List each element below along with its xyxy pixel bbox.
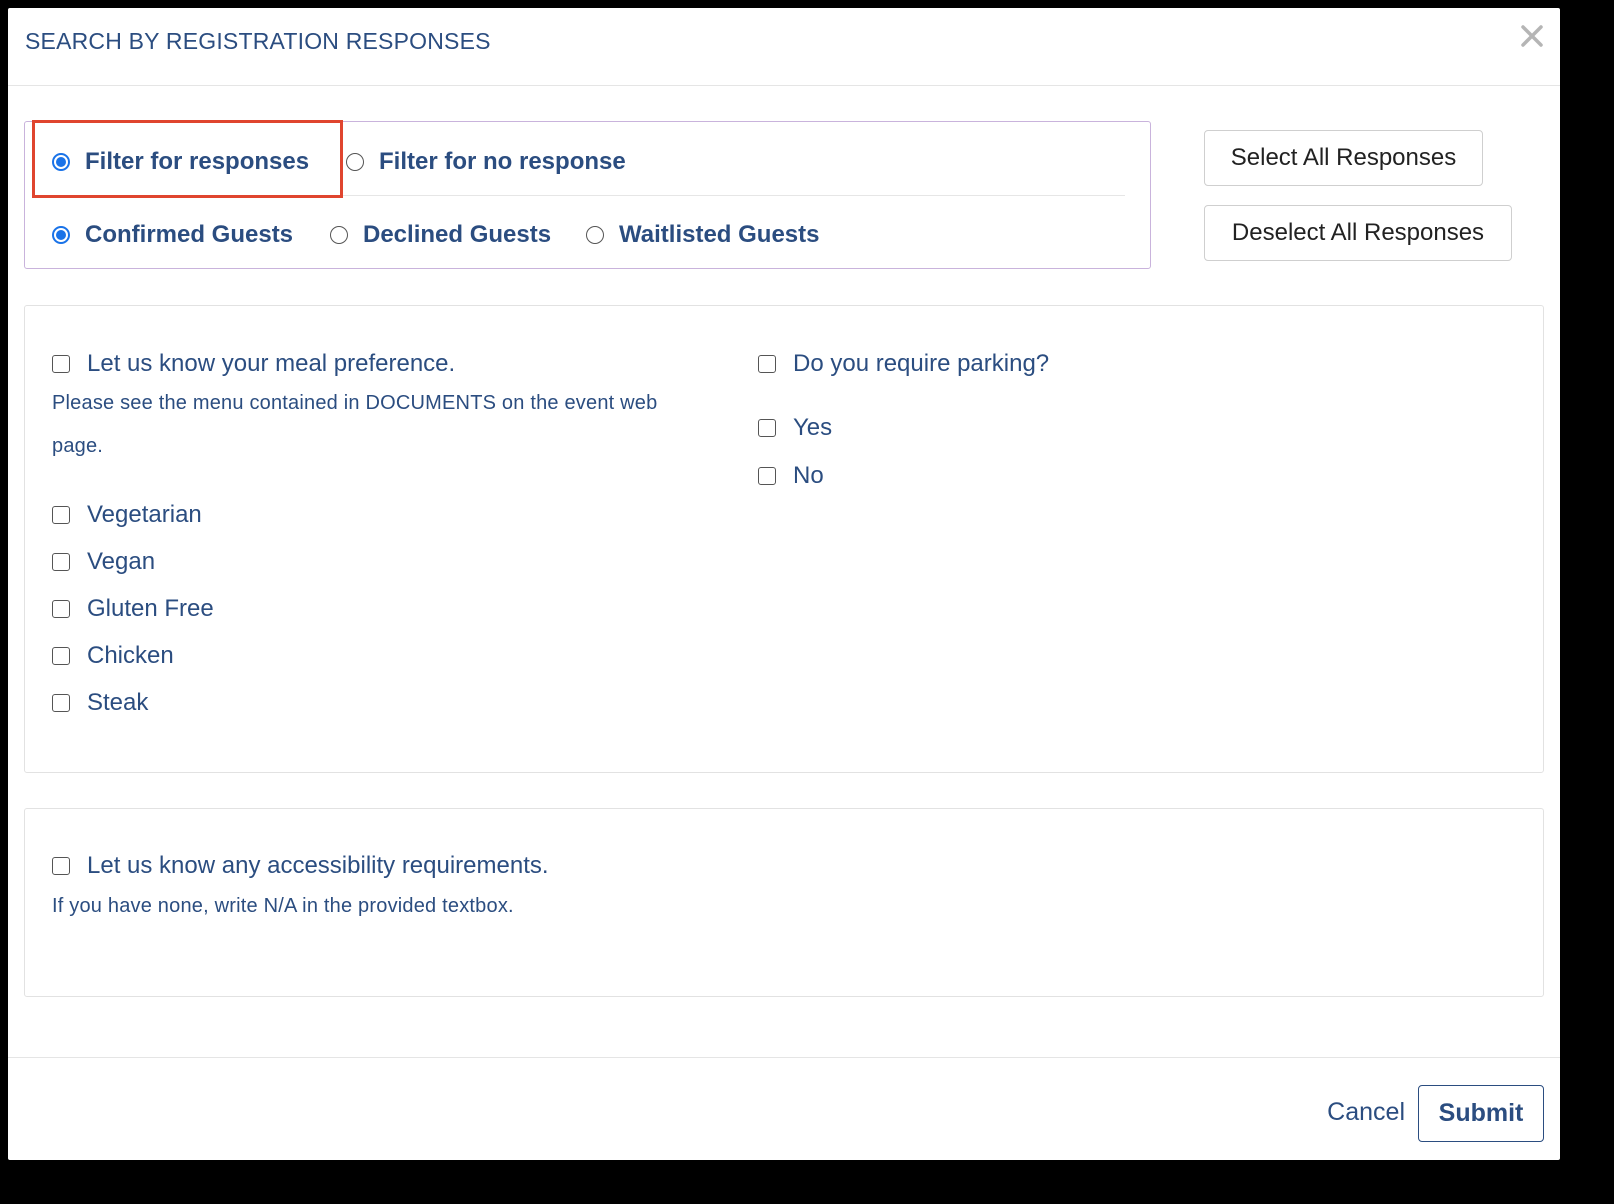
choice-gluten-free[interactable]: Gluten Free xyxy=(52,595,214,623)
checkbox-icon xyxy=(758,467,776,485)
checkbox-icon xyxy=(758,355,776,373)
choice-no[interactable]: No xyxy=(758,462,824,490)
close-icon xyxy=(1521,25,1543,47)
question-parking[interactable]: Do you require parking? xyxy=(758,350,1049,378)
select-all-responses-button[interactable]: Select All Responses xyxy=(1204,130,1483,186)
radio-label: Confirmed Guests xyxy=(85,221,294,248)
choice-label: Chicken xyxy=(87,642,174,669)
modal-title: SEARCH BY REGISTRATION RESPONSES xyxy=(25,28,491,54)
choice-label: Steak xyxy=(87,689,149,716)
choice-yes[interactable]: Yes xyxy=(758,414,832,442)
choice-steak[interactable]: Steak xyxy=(52,689,148,717)
checkbox-icon xyxy=(52,857,70,875)
cancel-button[interactable]: Cancel xyxy=(1327,1098,1405,1127)
checkbox-icon xyxy=(52,600,70,618)
questions-panel: Let us know your meal preference. Please… xyxy=(24,305,1544,773)
radio-confirmed-guests[interactable]: Confirmed Guests xyxy=(52,221,293,249)
search-registration-modal: SEARCH BY REGISTRATION RESPONSES Filter … xyxy=(8,8,1560,1160)
close-button[interactable] xyxy=(1518,22,1546,50)
radio-label: Filter for responses xyxy=(85,148,310,175)
radio-label: Filter for no response xyxy=(379,148,626,175)
checkbox-icon xyxy=(52,647,70,665)
radio-label: Declined Guests xyxy=(363,221,552,248)
accessibility-panel: Let us know any accessibility requiremen… xyxy=(24,808,1544,997)
question-label: Let us know any accessibility requiremen… xyxy=(87,852,549,879)
question-label: Let us know your meal preference. xyxy=(87,350,456,377)
checkbox-icon xyxy=(52,506,70,524)
checkbox-icon xyxy=(758,419,776,437)
checkbox-icon xyxy=(52,553,70,571)
choice-label: Gluten Free xyxy=(87,595,214,622)
question-meal-preference[interactable]: Let us know your meal preference. xyxy=(52,350,455,378)
choice-label: No xyxy=(793,462,824,489)
radio-filter-for-responses[interactable]: Filter for responses xyxy=(52,148,309,176)
question-help-text: Please see the menu contained in DOCUMEN… xyxy=(52,392,658,457)
radio-unchecked-icon xyxy=(586,226,604,244)
radio-filter-for-no-response[interactable]: Filter for no response xyxy=(346,148,626,176)
radio-unchecked-icon xyxy=(346,153,364,171)
divider xyxy=(48,195,1125,196)
deselect-all-responses-button[interactable]: Deselect All Responses xyxy=(1204,205,1512,261)
modal-header: SEARCH BY REGISTRATION RESPONSES xyxy=(8,8,1560,86)
choice-chicken[interactable]: Chicken xyxy=(52,642,174,670)
radio-waitlisted-guests[interactable]: Waitlisted Guests xyxy=(586,221,819,249)
radio-label: Waitlisted Guests xyxy=(619,221,820,248)
choice-label: Vegan xyxy=(87,548,156,575)
choice-label: Vegetarian xyxy=(87,501,202,528)
choice-vegan[interactable]: Vegan xyxy=(52,548,155,576)
radio-unchecked-icon xyxy=(330,226,348,244)
choice-label: Yes xyxy=(793,414,833,441)
question-label: Do you require parking? xyxy=(793,350,1050,377)
radio-checked-icon xyxy=(52,153,70,171)
question-accessibility[interactable]: Let us know any accessibility requiremen… xyxy=(52,852,549,880)
checkbox-icon xyxy=(52,355,70,373)
radio-checked-icon xyxy=(52,226,70,244)
question-help-text: If you have none, write N/A in the provi… xyxy=(52,895,514,917)
modal-footer: Cancel Submit xyxy=(8,1057,1560,1161)
checkbox-icon xyxy=(52,694,70,712)
submit-button[interactable]: Submit xyxy=(1418,1085,1544,1142)
choice-vegetarian[interactable]: Vegetarian xyxy=(52,501,202,529)
radio-declined-guests[interactable]: Declined Guests xyxy=(330,221,551,249)
